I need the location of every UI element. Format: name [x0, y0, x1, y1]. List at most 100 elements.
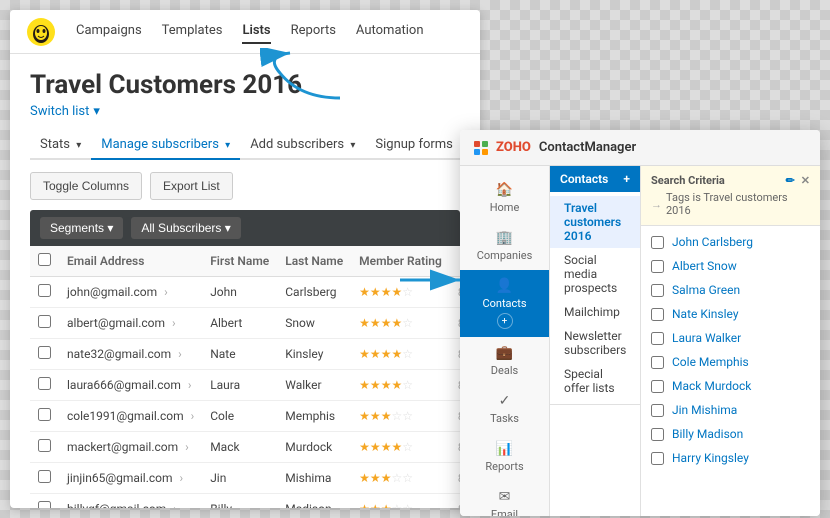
export-list-button[interactable]: Export List	[150, 172, 233, 200]
contact-checkbox-3[interactable]	[651, 308, 664, 321]
contact-checkbox-4[interactable]	[651, 332, 664, 345]
contact-name-4[interactable]: Laura Walker	[672, 331, 741, 345]
edit-criteria-icon[interactable]: ✏	[786, 174, 795, 187]
contact-checkbox-9[interactable]	[651, 452, 664, 465]
cell-first-7: Billy	[202, 494, 277, 509]
contact-checkbox-2[interactable]	[651, 284, 664, 297]
tab-signup-forms[interactable]: Signup forms	[365, 131, 463, 158]
cell-rating-1: ★★★★☆	[351, 308, 450, 339]
crm-sidebar-deals[interactable]: 💼 Deals	[460, 337, 549, 385]
crm-list-special[interactable]: Special offer lists	[550, 362, 640, 400]
row-checkbox-4[interactable]	[38, 408, 51, 421]
table-controls: Segments ▾ All Subscribers ▾	[30, 210, 460, 246]
cell-email-0: john@gmail.com ›	[59, 277, 202, 308]
contact-name-0[interactable]: John Carlsberg	[672, 235, 753, 249]
contact-checkbox-0[interactable]	[651, 236, 664, 249]
crm-sidebar-email[interactable]: ✉ Email	[460, 481, 549, 516]
crm-lists: Travel customers 2016 Social media prosp…	[550, 192, 640, 405]
crm-list-social[interactable]: Social media prospects	[550, 248, 640, 300]
nav-automation[interactable]: Automation	[356, 19, 424, 44]
tab-manage-subscribers[interactable]: Manage subscribers ▾	[91, 131, 240, 160]
cell-rating-4: ★★★☆☆	[351, 401, 450, 432]
crm-contact-4: Laura Walker	[641, 326, 820, 350]
all-subscribers-button[interactable]: All Subscribers ▾	[131, 217, 240, 239]
tab-stats[interactable]: Stats ▾	[30, 131, 91, 158]
toggle-columns-button[interactable]: Toggle Columns	[30, 172, 142, 200]
switch-list-button[interactable]: Switch list ▾	[30, 104, 100, 119]
cell-last-3: Walker	[277, 370, 351, 401]
cell-email-1: albert@gmail.com ›	[59, 308, 202, 339]
contact-checkbox-6[interactable]	[651, 380, 664, 393]
contact-name-7[interactable]: Jin Mishima	[672, 403, 737, 417]
nav-lists[interactable]: Lists	[242, 19, 270, 44]
contact-name-9[interactable]: Harry Kingsley	[672, 451, 749, 465]
cell-rating-2: ★★★★☆	[351, 339, 450, 370]
add-contact-icon[interactable]: +	[623, 172, 630, 186]
contact-name-2[interactable]: Salma Green	[672, 283, 740, 297]
table-row: laura666@gmail.com › Laura Walker ★★★★☆ …	[30, 370, 480, 401]
close-criteria-icon[interactable]: ✕	[801, 174, 810, 187]
contact-name-1[interactable]: Albert Snow	[672, 259, 737, 273]
table-row: jinjin65@gmail.com › Jin Mishima ★★★☆☆ 8…	[30, 463, 480, 494]
tab-add-subscribers[interactable]: Add subscribers ▾	[240, 131, 365, 158]
cell-rating-7: ★★★☆☆	[351, 494, 450, 509]
contact-checkbox-7[interactable]	[651, 404, 664, 417]
top-nav: Campaigns Templates Lists Reports Automa…	[10, 10, 480, 54]
nav-campaigns[interactable]: Campaigns	[76, 19, 142, 44]
crm-list-mailchimp[interactable]: Mailchimp	[550, 300, 640, 324]
row-checkbox-5[interactable]	[38, 439, 51, 452]
segments-button[interactable]: Segments ▾	[40, 217, 123, 239]
cell-last-4: Memphis	[277, 401, 351, 432]
cell-last-1: Snow	[277, 308, 351, 339]
crm-contact-list: John Carlsberg Albert Snow Salma Green N…	[641, 226, 820, 474]
contact-checkbox-8[interactable]	[651, 428, 664, 441]
nav-reports[interactable]: Reports	[291, 19, 336, 44]
cell-first-3: Laura	[202, 370, 277, 401]
col-first-name: First Name	[202, 246, 277, 277]
row-checkbox-7[interactable]	[38, 501, 51, 508]
row-checkbox-1[interactable]	[38, 315, 51, 328]
crm-contact-3: Nate Kinsley	[641, 302, 820, 326]
crm-list-travel[interactable]: Travel customers 2016	[550, 196, 640, 248]
crm-contacts-header: Contacts +	[550, 166, 640, 192]
cell-email-5: mackert@gmail.com ›	[59, 432, 202, 463]
zoho-logo-text: ZOHO	[496, 140, 531, 155]
crm-right-panel: Search Criteria ✏ ✕ → Tags is Travel cus…	[640, 166, 820, 516]
cell-rating-6: ★★★☆☆	[351, 463, 450, 494]
row-checkbox-0[interactable]	[38, 284, 51, 297]
select-all-checkbox[interactable]	[38, 253, 51, 266]
contact-name-5[interactable]: Cole Memphis	[672, 355, 749, 369]
blue-arrow	[260, 48, 380, 108]
crm-list-newsletter[interactable]: Newsletter subscribers	[550, 324, 640, 362]
cell-email-3: laura666@gmail.com ›	[59, 370, 202, 401]
contact-checkbox-5[interactable]	[651, 356, 664, 369]
contact-name-3[interactable]: Nate Kinsley	[672, 307, 739, 321]
row-checkbox-2[interactable]	[38, 346, 51, 359]
tasks-icon: ✓	[499, 393, 511, 409]
nav-templates[interactable]: Templates	[162, 19, 223, 44]
crm-sidebar-tasks[interactable]: ✓ Tasks	[460, 385, 549, 433]
crm-sidebar-reports[interactable]: 📊 Reports	[460, 433, 549, 481]
cell-first-4: Cole	[202, 401, 277, 432]
crm-contact-8: Billy Madison	[641, 422, 820, 446]
nav-items: Campaigns Templates Lists Reports Automa…	[76, 19, 424, 44]
arrow-to-crm	[395, 260, 475, 300]
table-row: cole1991@gmail.com › Cole Memphis ★★★☆☆ …	[30, 401, 480, 432]
contact-name-8[interactable]: Billy Madison	[672, 427, 743, 441]
row-checkbox-6[interactable]	[38, 470, 51, 483]
crm-body: 🏠 Home 🏢 Companies 👤 Contacts + 💼 Deals …	[460, 166, 820, 516]
crm-contact-1: Albert Snow	[641, 254, 820, 278]
contact-name-6[interactable]: Mack Murdock	[672, 379, 751, 393]
sub-nav: Stats ▾ Manage subscribers ▾ Add subscri…	[30, 131, 460, 160]
cell-last-5: Murdock	[277, 432, 351, 463]
table-row: albert@gmail.com › Albert Snow ★★★★☆ 8/9…	[30, 308, 480, 339]
cell-first-2: Nate	[202, 339, 277, 370]
crm-panel: ZOHO ContactManager 🏠 Home 🏢 Companies 👤…	[460, 130, 820, 516]
main-window: Campaigns Templates Lists Reports Automa…	[10, 10, 480, 508]
row-checkbox-3[interactable]	[38, 377, 51, 390]
contact-checkbox-1[interactable]	[651, 260, 664, 273]
crm-sidebar-home[interactable]: 🏠 Home	[460, 174, 549, 222]
crm-contact-7: Jin Mishima	[641, 398, 820, 422]
cell-last-2: Kinsley	[277, 339, 351, 370]
cell-last-6: Mishima	[277, 463, 351, 494]
